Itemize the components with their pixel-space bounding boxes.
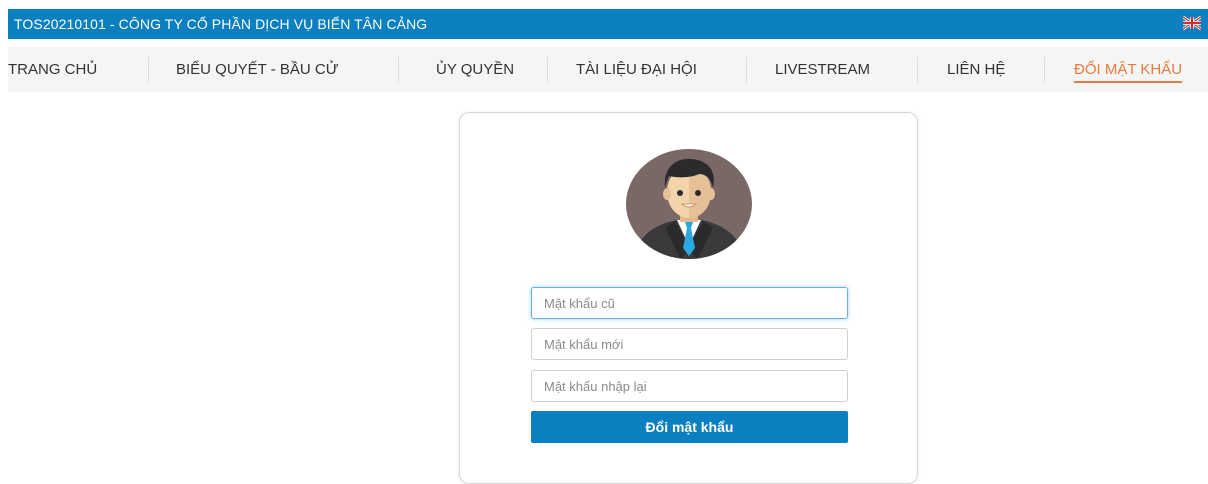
nav-item-trang-chu[interactable]: TRANG CHỦ [8,47,97,92]
nav-item-uy-quyen[interactable]: ỦY QUYỀN [436,47,514,92]
nav-divider [148,57,149,83]
nav-divider [917,57,918,83]
nav-item-tai-lieu[interactable]: TÀI LIỆU ĐẠI HỘI [576,47,697,92]
old-password-input[interactable] [531,287,848,319]
header-title: TOS20210101 - CÔNG TY CỔ PHẦN DỊCH VỤ BI… [14,16,428,32]
nav-item-bieu-quyet[interactable]: BIỂU QUYẾT - BẦU CỬ [176,47,339,92]
nav-divider [1044,57,1045,83]
nav-divider [547,57,548,83]
main-nav: TRANG CHỦ BIỂU QUYẾT - BẦU CỬ ỦY QUYỀN T… [8,47,1208,92]
change-password-card: Đổi mật khẩu [459,112,918,484]
nav-divider [398,57,399,83]
uk-flag-icon[interactable] [1183,15,1201,31]
new-password-input[interactable] [531,328,848,360]
nav-divider [746,57,747,83]
confirm-password-input[interactable] [531,370,848,402]
header-bar: TOS20210101 - CÔNG TY CỔ PHẦN DỊCH VỤ BI… [8,9,1208,39]
change-password-button[interactable]: Đổi mật khẩu [531,411,848,443]
businessman-avatar-icon [626,149,752,259]
nav-item-doi-mat-khau[interactable]: ĐỔI MẬT KHẨU [1074,47,1183,92]
nav-item-lien-he[interactable]: LIÊN HỆ [947,47,1005,92]
nav-item-livestream[interactable]: LIVESTREAM [775,47,870,92]
